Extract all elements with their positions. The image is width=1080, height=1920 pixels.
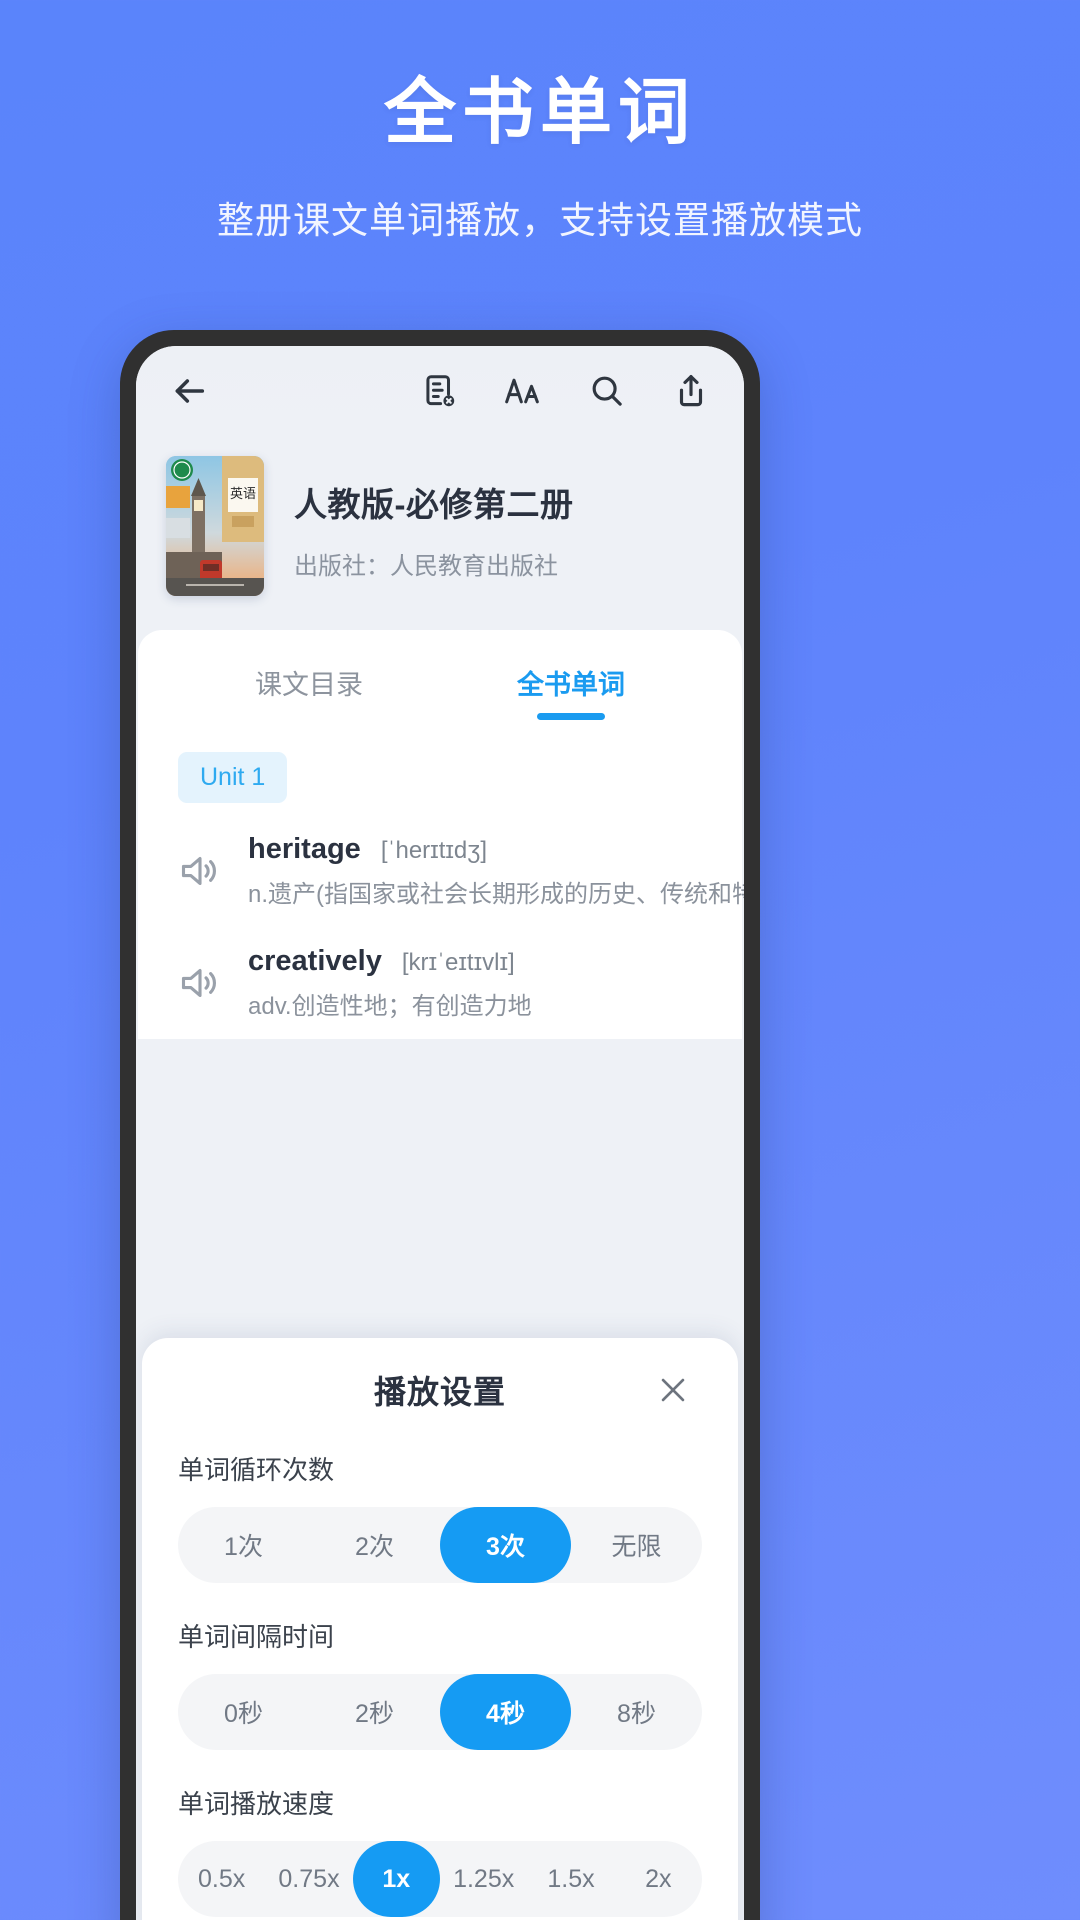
speaker-icon[interactable]: [172, 843, 228, 899]
word-definition: adv.创造性地；有创造力地: [248, 993, 532, 1020]
segmented-control-speed: 0.5x 0.75x 1x 1.25x 1.5x 2x: [178, 1841, 702, 1917]
seg-option[interactable]: 0秒: [178, 1674, 309, 1750]
svg-text:英语: 英语: [230, 487, 256, 502]
word-phonetic: [ˈherɪtɪdʒ]: [380, 837, 488, 864]
content-card: 课文目录 全书单词 Unit 1 heritage [ˈherɪtɪdʒ] n.…: [138, 630, 744, 1039]
back-arrow-icon[interactable]: [166, 368, 212, 414]
share-icon[interactable]: [668, 368, 714, 414]
tab-all-words-label: 全书单词: [517, 669, 625, 700]
word-row[interactable]: creatively [krɪˈeɪtɪvlɪ] adv.创造性地；有创造力地: [172, 927, 708, 1039]
word-row[interactable]: heritage [ˈherɪtɪdʒ] n.遗产(指国家或社会长期形成的历史、…: [172, 815, 744, 927]
tab-catalog-label: 课文目录: [255, 669, 363, 700]
page-title: 全书单词: [383, 73, 696, 153]
seg-option[interactable]: 2秒: [309, 1674, 440, 1750]
seg-option[interactable]: 2x: [615, 1841, 702, 1917]
book-publisher: 出版社：人民教育出版社: [294, 553, 558, 580]
seg-option[interactable]: 无限: [571, 1507, 702, 1583]
book-cover-image: 英语: [166, 456, 264, 596]
seg-option[interactable]: 1.5x: [527, 1841, 614, 1917]
setting-group-speed: 单词播放速度 0.5x 0.75x 1x 1.25x 1.5x 2x: [178, 1784, 702, 1917]
book-info: 英语 人教版-必修第二册 出版社：人民教育出版社: [136, 436, 744, 630]
promo-subtitle: 整册课文单词播放，支持设置播放模式: [217, 199, 863, 241]
tab-all-words-underline: [537, 713, 605, 720]
unit-badge: Unit 1: [178, 752, 288, 803]
tab-all-words[interactable]: 全书单词: [440, 630, 702, 734]
search-icon[interactable]: [584, 368, 630, 414]
tab-bar: 课文目录 全书单词: [138, 630, 742, 734]
setting-label: 单词循环次数: [178, 1455, 335, 1485]
speaker-icon[interactable]: [172, 955, 228, 1011]
font-size-icon[interactable]: [500, 368, 546, 414]
seg-option[interactable]: 8秒: [571, 1674, 702, 1750]
word-phonetic: [krɪˈeɪtɪvlɪ]: [401, 949, 515, 976]
phone-screen: 英语 人教版-必修第二册 出版社：人民教育出版社 课文目录 全书单词 Unit …: [136, 346, 744, 1920]
setting-group-interval: 单词间隔时间 0秒 2秒 4秒 8秒: [178, 1617, 702, 1750]
promo-header: 全书单词 整册课文单词播放，支持设置播放模式: [0, 0, 1080, 244]
setting-group-loop-count: 单词循环次数 1次 2次 3次 无限: [178, 1450, 702, 1583]
segmented-control-interval: 0秒 2秒 4秒 8秒: [178, 1674, 702, 1750]
document-clear-icon[interactable]: [416, 368, 462, 414]
seg-option-selected[interactable]: 1x: [352, 1841, 440, 1917]
sheet-title: 播放设置: [373, 1374, 506, 1410]
seg-option-selected[interactable]: 4秒: [440, 1674, 571, 1750]
playback-settings-sheet: 播放设置 单词循环次数 1次 2次 3次 无限 单词间隔时间 0秒 2秒 4秒 …: [142, 1338, 738, 1920]
word-definition: n.遗产(指国家或社会长期形成的历史、传统和特色): [248, 881, 744, 908]
seg-option[interactable]: 1次: [178, 1507, 309, 1583]
book-title: 人教版-必修第二册: [294, 486, 574, 523]
word-list: heritage [ˈherɪtɪdʒ] n.遗产(指国家或社会长期形成的历史、…: [138, 803, 744, 1039]
seg-option[interactable]: 1.25x: [440, 1841, 527, 1917]
seg-option[interactable]: 2次: [309, 1507, 440, 1583]
seg-option-selected[interactable]: 3次: [440, 1507, 571, 1583]
tab-catalog[interactable]: 课文目录: [178, 630, 440, 734]
close-icon[interactable]: [648, 1365, 698, 1415]
seg-option[interactable]: 0.5x: [178, 1841, 265, 1917]
word-text: creatively: [248, 945, 382, 977]
phone-mockup: 英语 人教版-必修第二册 出版社：人民教育出版社 课文目录 全书单词 Unit …: [120, 330, 760, 1920]
segmented-control-loop-count: 1次 2次 3次 无限: [178, 1507, 702, 1583]
setting-label: 单词播放速度: [178, 1789, 335, 1819]
setting-label: 单词间隔时间: [178, 1622, 335, 1652]
app-toolbar: [136, 346, 744, 436]
seg-option[interactable]: 0.75x: [265, 1841, 352, 1917]
word-text: heritage: [248, 833, 361, 865]
